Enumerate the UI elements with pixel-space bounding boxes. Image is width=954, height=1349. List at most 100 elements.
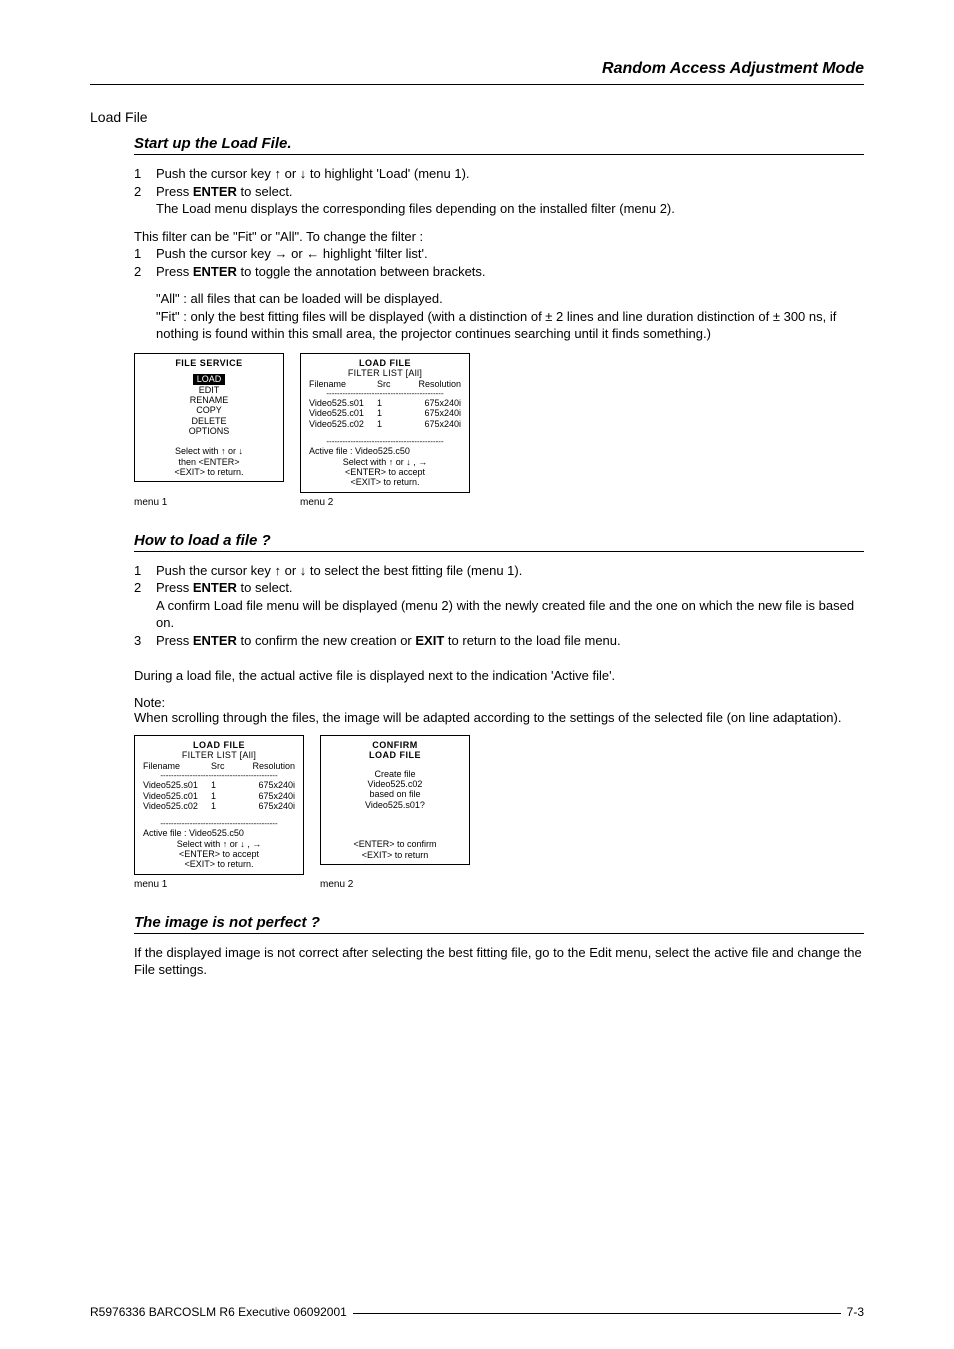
- file-service-menu: FILE SERVICE LOAD EDIT RENAME COPY DELET…: [134, 353, 284, 482]
- menu-hint: <EXIT> to return.: [307, 477, 463, 487]
- menu-header-row: Filename Src Resolution: [141, 761, 297, 771]
- s1-list1: 1 Push the cursor key ↑ or ↓ to highligh…: [134, 165, 864, 218]
- col-resolution: Resolution: [413, 379, 461, 389]
- table-row: Video525.s011675x240i: [307, 398, 463, 408]
- confirm-line: based on file: [327, 789, 463, 799]
- menu-title: FILE SERVICE: [141, 358, 277, 368]
- page: Random Access Adjustment Mode Load File …: [0, 0, 954, 1349]
- menu-col-b: LOAD FILE FILTER LIST [All] Filename Src…: [300, 353, 470, 493]
- list-number: 1: [134, 562, 156, 580]
- section-label-loadfile: Load File: [90, 109, 864, 125]
- enter-keyword: ENTER: [193, 580, 237, 595]
- col-filename: Filename: [309, 379, 369, 389]
- menu-captions-2: menu 1 menu 2: [134, 879, 864, 890]
- confirm-line: Create file: [327, 769, 463, 779]
- menu-title: LOAD FILE: [307, 358, 463, 368]
- menu-hint: Select with ↑ or ↓ , →: [307, 457, 463, 467]
- load-file-menu: LOAD FILE FILTER LIST [All] Filename Src…: [300, 353, 470, 493]
- arrow-right-icon: →: [275, 246, 288, 261]
- subheading-notperfect: The image is not perfect ?: [134, 914, 864, 931]
- page-footer: R5976336 BARCOSLM R6 Executive 06092001 …: [90, 1305, 864, 1319]
- menu-hint: Select with ↑ or ↓: [141, 446, 277, 456]
- list-number: 3: [134, 632, 156, 650]
- list-text: Push the cursor key → or ← highlight 'fi…: [156, 245, 864, 263]
- list-text: Press ENTER to confirm the new creation …: [156, 632, 864, 650]
- arrow-right-icon: →: [418, 457, 427, 467]
- list-text: Push the cursor key ↑ or ↓ to highlight …: [156, 165, 864, 183]
- s1-list2: 1 Push the cursor key → or ← highlight '…: [134, 245, 864, 280]
- col-filename: Filename: [143, 761, 203, 771]
- fit-desc: "Fit" : only the best fitting files will…: [156, 308, 864, 343]
- menu-hint: <EXIT> to return.: [141, 467, 277, 477]
- enter-keyword: ENTER: [193, 184, 237, 199]
- list-number: 2: [134, 183, 156, 218]
- list-number: 2: [134, 263, 156, 281]
- note-label: Note:: [134, 695, 864, 710]
- menu-title-2: LOAD FILE: [327, 750, 463, 760]
- menu-hint: <ENTER> to confirm: [327, 839, 463, 849]
- note-block: Note: When scrolling through the files, …: [134, 695, 864, 725]
- text: Push the cursor key: [156, 166, 275, 181]
- menu-hint: <ENTER> to accept: [141, 849, 297, 859]
- text: to select.: [237, 184, 293, 199]
- menu-subtitle: FILTER LIST [All]: [307, 368, 463, 378]
- table-row: Video525.c011675x240i: [141, 791, 297, 801]
- list-item: 1 Push the cursor key ↑ or ↓ to highligh…: [134, 165, 864, 183]
- sub-rule-2: [134, 551, 864, 552]
- table-row: Video525.c021675x240i: [307, 419, 463, 429]
- col-src: Src: [211, 761, 239, 771]
- note-body: When scrolling through the files, the im…: [134, 710, 864, 725]
- menu-hint: <EXIT> to return.: [141, 859, 297, 869]
- text: to toggle the annotation between bracket…: [237, 264, 486, 279]
- menus-row-2: LOAD FILE FILTER LIST [All] Filename Src…: [134, 735, 864, 875]
- divider: ----------------------------------------…: [141, 819, 297, 828]
- list-number: 1: [134, 165, 156, 183]
- arrow-down-icon: ↓: [239, 446, 244, 456]
- footer-text: R5976336 BARCOSLM R6 Executive 06092001: [90, 1305, 353, 1319]
- menu-hint: <ENTER> to accept: [307, 467, 463, 477]
- list-item: 1 Push the cursor key → or ← highlight '…: [134, 245, 864, 263]
- footer-rule: [353, 1313, 841, 1314]
- list-item: 2 Press ENTER to select. A confirm Load …: [134, 579, 864, 632]
- active-file: Active file : Video525.c50: [307, 446, 463, 456]
- menu-col-c: LOAD FILE FILTER LIST [All] Filename Src…: [134, 735, 304, 875]
- menu-item-edit: EDIT: [141, 385, 277, 395]
- divider: ----------------------------------------…: [307, 437, 463, 446]
- active-file: Active file : Video525.c50: [141, 828, 297, 838]
- enter-keyword: ENTER: [193, 264, 237, 279]
- footer-page-number: 7-3: [841, 1305, 864, 1319]
- menus-row-1: FILE SERVICE LOAD EDIT RENAME COPY DELET…: [134, 353, 864, 493]
- table-row: Video525.s011675x240i: [141, 780, 297, 790]
- s2-list: 1 Push the cursor key ↑ or ↓ to select t…: [134, 562, 864, 650]
- enter-keyword: ENTER: [193, 633, 237, 648]
- all-desc: "All" : all files that can be loaded wil…: [156, 290, 864, 308]
- text: or: [281, 166, 300, 181]
- text: Press: [156, 264, 193, 279]
- menu-item-options: OPTIONS: [141, 426, 277, 436]
- during-text: During a load file, the actual active fi…: [134, 667, 864, 685]
- list-number: 2: [134, 579, 156, 632]
- text: Push the cursor key: [156, 246, 275, 261]
- menu-title: LOAD FILE: [141, 740, 297, 750]
- s1-body: 1 Push the cursor key ↑ or ↓ to highligh…: [134, 165, 864, 343]
- col-src: Src: [377, 379, 405, 389]
- subheading-startup: Start up the Load File.: [134, 135, 864, 152]
- text: The Load menu displays the corresponding…: [156, 201, 675, 216]
- arrow-left-icon: ←: [306, 246, 319, 261]
- header-rule: [90, 84, 864, 85]
- caption-menu2: menu 2: [320, 879, 470, 890]
- load-file-menu-2: LOAD FILE FILTER LIST [All] Filename Src…: [134, 735, 304, 875]
- filter-intro: This filter can be "Fit" or "All". To ch…: [134, 228, 864, 246]
- list-number: 1: [134, 245, 156, 263]
- arrow-right-icon: →: [252, 839, 261, 849]
- menu-header-row: Filename Src Resolution: [307, 379, 463, 389]
- s3-body: If the displayed image is not correct af…: [134, 944, 864, 979]
- sub-rule-3: [134, 933, 864, 934]
- menu-hint: then <ENTER>: [141, 457, 277, 467]
- menu-item-rename: RENAME: [141, 395, 277, 405]
- subheading-howto: How to load a file ?: [134, 532, 864, 549]
- list-text: Press ENTER to select. The Load menu dis…: [156, 183, 864, 218]
- list-item: 3 Press ENTER to confirm the new creatio…: [134, 632, 864, 650]
- menu-col-a: FILE SERVICE LOAD EDIT RENAME COPY DELET…: [134, 353, 284, 493]
- s2-body: 1 Push the cursor key ↑ or ↓ to select t…: [134, 562, 864, 685]
